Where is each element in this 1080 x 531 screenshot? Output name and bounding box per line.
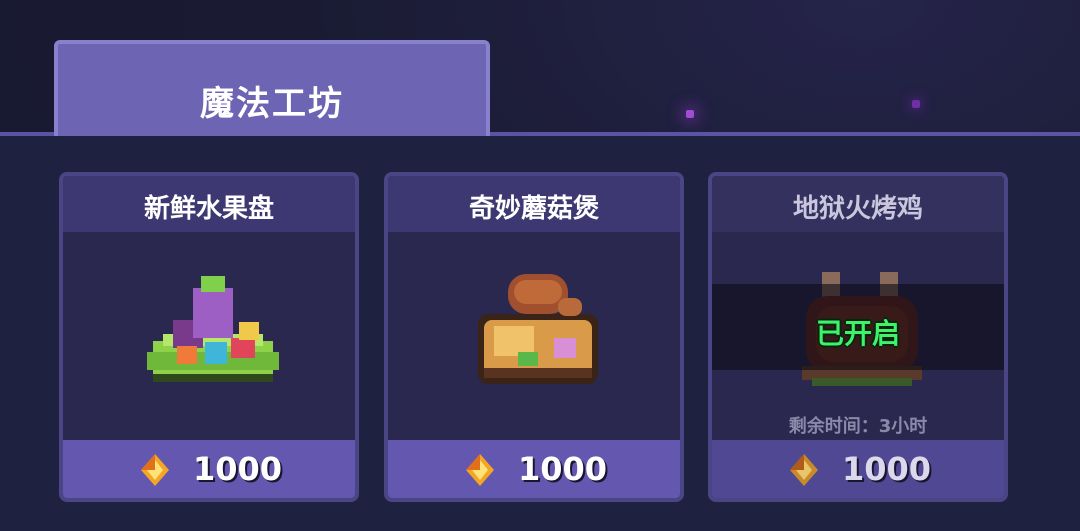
remaining-time: 剩余时间：3小时 [788,416,928,437]
card-footer: 1000 [388,440,680,498]
flame-gem-icon [790,454,818,486]
price-value: 1000 [193,450,283,488]
recipe-card-fruit-plate[interactable]: 新鲜水果盘 1000 [59,172,359,502]
card-title: 新鲜水果盘 [143,194,274,224]
status-badge: 已开启 [815,317,900,350]
price-value: 1000 [842,450,932,488]
sparkle-decoration [686,110,694,118]
card-title: 地狱火烤鸡 [792,194,923,224]
fruit-plate-icon [147,276,279,382]
card-footer: 1000 [712,440,1004,498]
tab-magic-workshop[interactable]: 魔法工坊 [54,40,490,136]
card-title: 奇妙蘑菇煲 [468,194,599,224]
game-screen: 魔法工坊 新鲜水果盘 1000 奇妙蘑菇煲 1000 地狱火烤鸡 已开启 剩余时… [0,0,1080,531]
recipe-card-roast-chicken[interactable]: 地狱火烤鸡 已开启 剩余时间：3小时 1000 [708,172,1008,502]
flame-gem-icon [141,454,169,486]
flame-gem-icon [466,454,494,486]
recipe-card-mushroom-pot[interactable]: 奇妙蘑菇煲 1000 [384,172,684,502]
price-value: 1000 [518,450,608,488]
tab-label: 魔法工坊 [200,84,344,124]
mushroom-pot-icon [478,274,598,384]
card-header: 新鲜水果盘 [63,176,355,232]
card-header: 奇妙蘑菇煲 [388,176,680,232]
sparkle-decoration [912,100,920,108]
card-footer: 1000 [63,440,355,498]
card-header: 地狱火烤鸡 [712,176,1004,232]
